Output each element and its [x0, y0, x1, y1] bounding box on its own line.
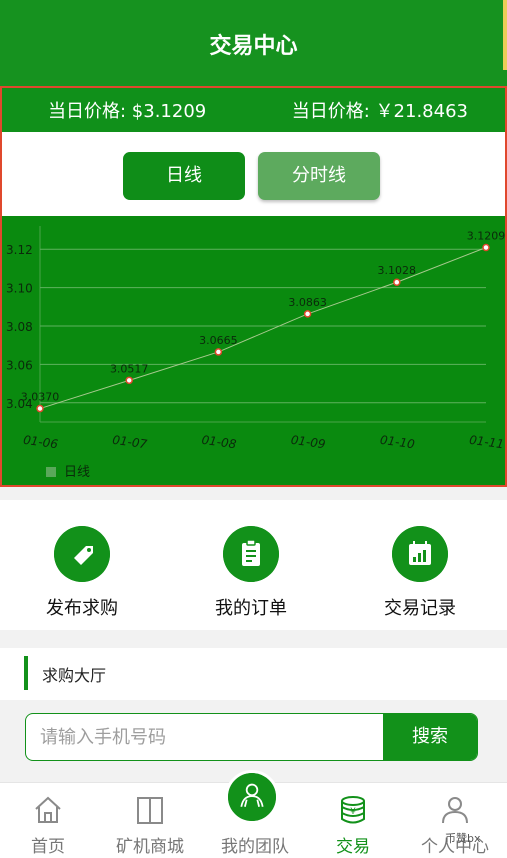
y-tick-label: 3.10: [6, 282, 33, 296]
clipboard-icon: [223, 526, 279, 582]
team-icon[interactable]: [225, 770, 279, 824]
top-bar: 交易中心: [0, 0, 507, 88]
y-tick-label: 3.12: [6, 243, 33, 257]
tab-personal-center[interactable]: 个人中心: [410, 783, 500, 858]
data-label: 3.0665: [199, 334, 238, 347]
price-cny: 当日价格: ￥21.8463: [291, 101, 468, 122]
data-label: 3.1028: [378, 264, 417, 277]
x-tick-label: 01-08: [201, 433, 238, 452]
price-usd: 当日价格: $3.1209: [48, 101, 207, 122]
timeshare-line-button[interactable]: 分时线: [258, 152, 380, 200]
data-label: 3.0863: [288, 296, 327, 309]
action-label: 我的订单: [215, 598, 287, 619]
data-point: [482, 243, 490, 252]
phone-search-input[interactable]: [26, 714, 384, 760]
action-label: 交易记录: [384, 598, 456, 619]
data-point: [393, 278, 401, 286]
home-icon: [35, 796, 61, 823]
tag-icon: [54, 526, 110, 582]
x-tick-label: 01-07: [112, 433, 149, 452]
purchase-hall-header: 求购大厅: [0, 648, 507, 700]
x-tick-label: 01-10: [379, 433, 416, 452]
data-label: 3.0517: [110, 362, 149, 375]
x-tick-label: 01-11: [468, 433, 504, 452]
price-line-chart: 3.043.063.083.103.1201-06 01-07 01-08 01-09…: [6, 226, 505, 480]
y-tick-label: 3.08: [6, 320, 33, 334]
action-label: 发布求购: [46, 598, 118, 619]
search-button[interactable]: 搜索: [383, 714, 477, 760]
tab-home[interactable]: 首页: [8, 783, 88, 858]
coin-stack-icon: ¥: [341, 796, 365, 824]
tab-label: 交易: [336, 837, 370, 857]
data-point: [36, 404, 44, 413]
watermark: 币赞bx: [445, 832, 481, 845]
door-icon: [137, 797, 163, 824]
search-bar: 搜索: [25, 713, 478, 761]
series-line: [39, 247, 487, 410]
action-grid: 发布求购 我的订单 交易记录: [0, 500, 507, 630]
x-tick-label: 01-06: [22, 433, 59, 452]
tab-label: 我的团队: [221, 837, 289, 857]
price-chart: 3.04 3.06 3.08 3.10 3.12 01-06 01-07 01-08 01-09…: [2, 216, 505, 485]
trade-center-page: 交易中心 当日价格: $3.1209 当日价格: ￥21.8463 日线 分时线…: [0, 0, 507, 858]
svg-text:¥: ¥: [350, 807, 356, 817]
page-title: 交易中心: [209, 34, 298, 59]
edge-mark: [503, 0, 507, 70]
daily-line-button[interactable]: 日线: [123, 152, 245, 200]
tab-miner-mall[interactable]: 矿机商城: [105, 783, 195, 858]
y-tick-label: 3.06: [6, 358, 33, 372]
legend-swatch: [46, 467, 56, 477]
publish-purchase-button[interactable]: 发布求购: [22, 526, 142, 620]
tab-label: 矿机商城: [116, 837, 184, 857]
data-label: 3.1209: [467, 229, 505, 242]
tab-label: 首页: [31, 837, 65, 857]
data-point: [214, 348, 223, 356]
tab-trade[interactable]: ¥ 交易: [313, 783, 393, 858]
data-point: [125, 376, 133, 385]
price-row: 当日价格: $3.1209 当日价格: ￥21.8463: [2, 88, 505, 132]
trade-records-button[interactable]: 交易记录: [360, 526, 480, 620]
section-title: 求购大厅: [42, 666, 107, 685]
data-label: 3.0370: [21, 391, 60, 404]
data-point: [303, 310, 312, 318]
legend-label: 日线: [64, 465, 90, 480]
calendar-chart-icon: [392, 526, 448, 582]
section-accent-bar: [24, 656, 28, 690]
x-tick-label: 01-09: [290, 433, 326, 452]
user-icon: [442, 797, 468, 824]
my-orders-button[interactable]: 我的订单: [191, 526, 311, 620]
price-chart-panel: 当日价格: $3.1209 当日价格: ￥21.8463 日线 分时线 3.04…: [0, 86, 507, 487]
chart-switch-row: 日线 分时线: [2, 132, 505, 218]
